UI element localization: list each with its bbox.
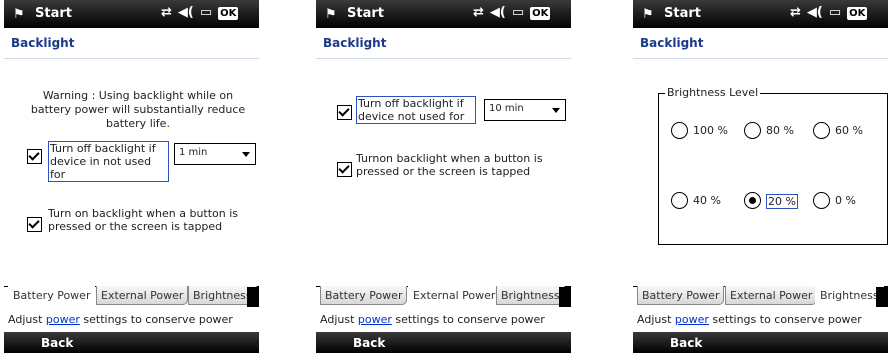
title-bar: ⚑ Start ⇄ ◀( ▭ OK bbox=[316, 0, 571, 28]
turn-off-backlight-label[interactable]: Turn off backlight if device not used fo… bbox=[356, 96, 476, 124]
page-header: Backlight bbox=[316, 28, 571, 59]
radio-button[interactable] bbox=[671, 192, 688, 209]
tab-content: Brightness Level 100 % 80 % 60 % 40 % 20… bbox=[633, 59, 888, 286]
back-softkey[interactable]: Back bbox=[41, 336, 73, 350]
page-header: Backlight bbox=[633, 28, 888, 59]
power-link[interactable]: power bbox=[358, 313, 392, 326]
turn-on-backlight-label[interactable]: Turn on backlight when a button is press… bbox=[48, 207, 248, 233]
chevron-down-icon bbox=[552, 108, 560, 113]
connectivity-icon[interactable]: ⇄ bbox=[161, 5, 172, 20]
footer: Adjust power settings to conserve power bbox=[4, 310, 259, 331]
radio-label: 60 % bbox=[835, 124, 863, 137]
tab-external-power[interactable]: External Power bbox=[408, 286, 501, 305]
timeout-dropdown[interactable]: 10 min bbox=[484, 99, 566, 121]
connectivity-icon[interactable]: ⇄ bbox=[473, 5, 484, 20]
tab-battery-power[interactable]: Battery Power bbox=[637, 286, 725, 305]
screen-brightness: ⚑ Start ⇄ ◀( ▭ OK Backlight Brightness Leve… bbox=[633, 0, 888, 353]
radio-label: 40 % bbox=[693, 194, 721, 207]
turn-on-backlight-label[interactable]: Turnon backlight when a button is presse… bbox=[356, 152, 566, 178]
ok-button[interactable]: OK bbox=[530, 7, 551, 20]
radio-label: 100 % bbox=[693, 124, 728, 137]
windows-flag-icon[interactable]: ⚑ bbox=[642, 7, 654, 22]
radio-label: 80 % bbox=[766, 124, 794, 137]
volume-icon[interactable]: ◀( bbox=[178, 5, 194, 20]
radio-button[interactable] bbox=[813, 122, 830, 139]
tab-content: Turn off backlight if device not used fo… bbox=[316, 59, 571, 286]
connectivity-icon[interactable]: ⇄ bbox=[790, 5, 801, 20]
tab-strip-edge bbox=[876, 287, 888, 307]
radio-button[interactable] bbox=[671, 122, 688, 139]
radio-button-selected[interactable] bbox=[744, 192, 761, 209]
tab-external-power[interactable]: External Power bbox=[96, 286, 189, 305]
page-title: Backlight bbox=[11, 36, 75, 50]
power-link[interactable]: power bbox=[675, 313, 709, 326]
turn-on-backlight-checkbox[interactable] bbox=[337, 162, 352, 177]
page-title: Backlight bbox=[323, 36, 387, 50]
turn-off-backlight-checkbox[interactable] bbox=[337, 105, 352, 120]
tab-battery-power[interactable]: Battery Power bbox=[8, 286, 96, 305]
page-title: Backlight bbox=[640, 36, 704, 50]
footer-text-end: settings to conserve power bbox=[79, 313, 233, 326]
tab-strip: Battery Power External Power Brightness bbox=[633, 286, 888, 309]
back-softkey[interactable]: Back bbox=[353, 336, 385, 350]
ok-button[interactable]: OK bbox=[218, 7, 239, 20]
softkey-bar: Back bbox=[316, 332, 571, 353]
timeout-dropdown[interactable]: 1 min bbox=[174, 143, 256, 165]
title-bar: ⚑ Start ⇄ ◀( ▭ OK bbox=[633, 0, 888, 28]
power-link[interactable]: power bbox=[46, 313, 80, 326]
group-title: Brightness Level bbox=[665, 86, 761, 99]
start-label[interactable]: Start bbox=[664, 6, 701, 21]
footer-text-start: Adjust bbox=[320, 313, 358, 326]
tab-strip-edge bbox=[247, 287, 259, 307]
turn-off-backlight-checkbox[interactable] bbox=[27, 149, 42, 164]
volume-icon[interactable]: ◀( bbox=[490, 5, 506, 20]
status-area: ⇄ ◀( ▭ OK bbox=[473, 5, 556, 20]
battery-icon[interactable]: ▭ bbox=[512, 5, 524, 20]
battery-icon[interactable]: ▭ bbox=[200, 5, 212, 20]
tab-brightness[interactable]: Brightness bbox=[496, 286, 565, 305]
softkey-bar: Back bbox=[4, 332, 259, 353]
ok-button[interactable]: OK bbox=[847, 7, 868, 20]
status-area: ⇄ ◀( ▭ OK bbox=[161, 5, 244, 20]
radio-label: 20 % bbox=[766, 194, 798, 209]
footer-text-start: Adjust bbox=[8, 313, 46, 326]
status-area: ⇄ ◀( ▭ OK bbox=[790, 5, 873, 20]
softkey-bar: Back bbox=[633, 332, 888, 353]
start-label[interactable]: Start bbox=[35, 6, 72, 21]
tab-external-power[interactable]: External Power bbox=[725, 286, 818, 305]
start-label[interactable]: Start bbox=[347, 6, 384, 21]
warning-text: Warning : Using backlight while on batte… bbox=[30, 89, 246, 130]
radio-button[interactable] bbox=[744, 122, 761, 139]
tab-strip-edge bbox=[559, 287, 571, 307]
chevron-down-icon bbox=[242, 152, 250, 157]
screen-external-power: ⚑ Start ⇄ ◀( ▭ OK Backlight Turn off backli… bbox=[316, 0, 571, 353]
back-softkey[interactable]: Back bbox=[670, 336, 702, 350]
radio-button[interactable] bbox=[813, 192, 830, 209]
battery-icon[interactable]: ▭ bbox=[829, 5, 841, 20]
timeout-value: 1 min bbox=[179, 147, 208, 158]
turn-off-backlight-label[interactable]: Turn off backlight if device in not used… bbox=[48, 141, 169, 182]
footer-text-end: settings to conserve power bbox=[708, 313, 862, 326]
footer: Adjust power settings to conserve power bbox=[316, 310, 571, 331]
footer-text-start: Adjust bbox=[637, 313, 675, 326]
tab-battery-power[interactable]: Battery Power bbox=[320, 286, 408, 305]
volume-icon[interactable]: ◀( bbox=[807, 5, 823, 20]
radio-label: 0 % bbox=[835, 194, 856, 207]
timeout-value: 10 min bbox=[489, 103, 524, 114]
footer-text-end: settings to conserve power bbox=[391, 313, 545, 326]
title-bar: ⚑ Start ⇄ ◀( ▭ OK bbox=[4, 0, 259, 28]
footer: Adjust power settings to conserve power bbox=[633, 310, 888, 331]
tab-content: Warning : Using backlight while on batte… bbox=[4, 59, 259, 286]
tab-brightness[interactable]: Brightness bbox=[815, 286, 884, 305]
windows-flag-icon[interactable]: ⚑ bbox=[325, 7, 337, 22]
tab-strip: Battery Power External Power Brightness bbox=[316, 286, 571, 309]
turn-on-backlight-checkbox[interactable] bbox=[27, 217, 42, 232]
brightness-level-group: Brightness Level 100 % 80 % 60 % 40 % 20… bbox=[658, 86, 888, 245]
screen-battery-power: ⚑ Start ⇄ ◀( ▭ OK Backlight Warning : Using… bbox=[4, 0, 259, 353]
page-header: Backlight bbox=[4, 28, 259, 59]
windows-flag-icon[interactable]: ⚑ bbox=[13, 7, 25, 22]
tab-strip: Battery Power External Power Brightness bbox=[4, 286, 259, 309]
